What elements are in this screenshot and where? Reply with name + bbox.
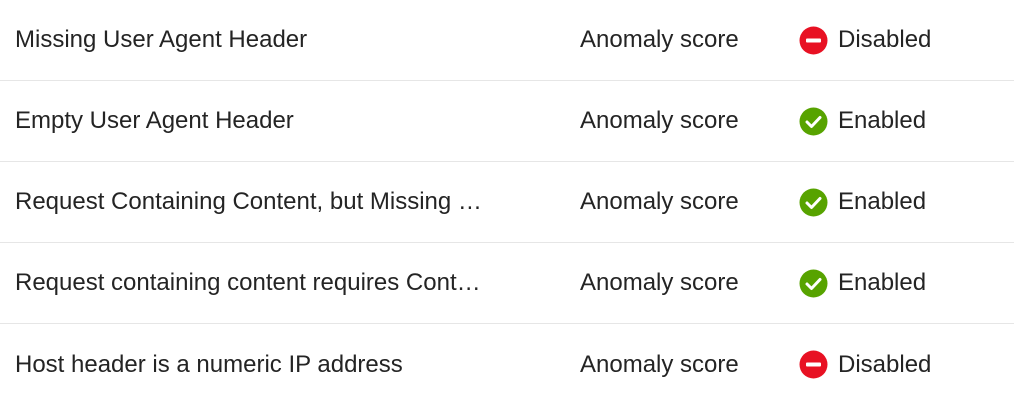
status-label: Disabled	[838, 350, 932, 378]
rule-name: Host header is a numeric IP address	[15, 350, 403, 378]
table-row[interactable]: Missing User Agent Header Anomaly score …	[0, 0, 1014, 81]
rules-table: Missing User Agent Header Anomaly score …	[0, 0, 1014, 400]
rule-action: Anomaly score	[580, 26, 739, 53]
rule-status: Disabled	[799, 0, 1009, 80]
disabled-icon	[799, 350, 828, 379]
table-row[interactable]: Empty User Agent Header Anomaly score En…	[0, 81, 1014, 162]
rule-name: Request Containing Content, but Missing …	[15, 188, 482, 215]
enabled-check-icon	[799, 269, 828, 297]
rule-name-cell: Host header is a numeric IP address	[15, 324, 500, 405]
table-row[interactable]: Request Containing Content, but Missing …	[0, 162, 1014, 243]
rule-status: Disabled	[799, 324, 1009, 405]
rule-name: Request containing content requires Cont…	[15, 269, 481, 296]
status-label: Enabled	[838, 107, 927, 134]
rule-status: Enabled	[799, 162, 1009, 242]
disabled-icon	[799, 26, 828, 54]
rule-name-cell: Request Containing Content, but Missing …	[15, 162, 500, 242]
enabled-check-icon	[799, 107, 828, 135]
status-label: Enabled	[838, 188, 927, 215]
rule-action: Anomaly score	[580, 269, 739, 296]
status-label: Disabled	[838, 26, 932, 53]
rule-status: Enabled	[799, 243, 1009, 323]
rule-status: Enabled	[799, 81, 1009, 161]
rule-action: Anomaly score	[580, 107, 739, 134]
table-row[interactable]: Host header is a numeric IP address Anom…	[0, 324, 1014, 405]
status-label: Enabled	[838, 269, 927, 296]
table-row[interactable]: Request containing content requires Cont…	[0, 243, 1014, 324]
rule-name-cell: Request containing content requires Cont…	[15, 243, 500, 323]
rule-name: Empty User Agent Header	[15, 107, 294, 134]
rule-name-cell: Empty User Agent Header	[15, 81, 500, 161]
rule-action: Anomaly score	[580, 188, 739, 215]
rule-name: Missing User Agent Header	[15, 26, 308, 53]
rule-action: Anomaly score	[580, 350, 739, 378]
enabled-check-icon	[799, 188, 828, 216]
rule-name-cell: Missing User Agent Header	[15, 0, 500, 80]
